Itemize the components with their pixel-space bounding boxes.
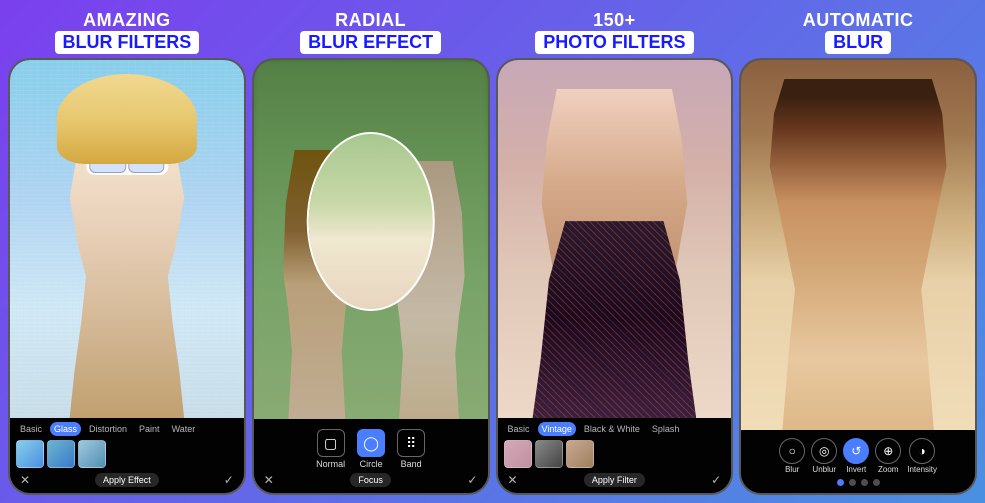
phone-bottom-bar-3: Basic Vintage Black & White Splash ✕ App… [498, 418, 732, 493]
confirm-icon-3[interactable]: ✓ [711, 473, 721, 487]
tab-water[interactable]: Water [168, 422, 200, 436]
auto-tool-zoom[interactable]: ⊕ Zoom [875, 438, 901, 474]
bottom-actions-1: ✕ Apply Effect ✓ [16, 471, 238, 489]
panel2-title-area: RADIAL BLUR EFFECT [300, 8, 441, 54]
filter-thumb-3[interactable] [78, 440, 106, 468]
tab-bw[interactable]: Black & White [580, 422, 644, 436]
phone-bottom-bar-1: Basic Glass Distortion Paint Water ✕ App… [10, 418, 244, 493]
filter-thumb-1[interactable] [16, 440, 44, 468]
phone-frame-4: ○ Blur ◎ Unblur ↺ Invert ⊕ Zoom [739, 58, 977, 495]
dot-4[interactable] [873, 479, 880, 486]
panel-radial-blur: RADIAL BLUR EFFECT ▢ Normal ◯ [252, 8, 490, 495]
focus-tool-circle[interactable]: ◯ Circle [357, 429, 385, 469]
tab-basic-3[interactable]: Basic [504, 422, 534, 436]
focus-tool-band[interactable]: ⠿ Band [397, 429, 425, 469]
phone-image-4 [741, 60, 975, 430]
panel2-title-line1: RADIAL [300, 10, 441, 31]
panel2-title-line2: BLUR EFFECT [300, 31, 441, 54]
intensity-tool-icon: ◑ [909, 438, 935, 464]
circle-icon: ◯ [357, 429, 385, 457]
band-label: Band [401, 459, 422, 469]
panel-blur-filters: AMAZING BLUR FILTERS Basic Glass Distort [8, 8, 246, 495]
tab-splash[interactable]: Splash [648, 422, 684, 436]
phone-image-2 [254, 60, 488, 419]
panel1-title-area: AMAZING BLUR FILTERS [55, 8, 200, 54]
phone-image-1 [10, 60, 244, 418]
confirm-icon-2[interactable]: ✓ [467, 473, 477, 487]
cancel-icon-1[interactable]: ✕ [20, 473, 30, 487]
panel4-title-line2: BLUR [825, 31, 891, 54]
tab-basic-1[interactable]: Basic [16, 422, 46, 436]
blur-tool-icon: ○ [779, 438, 805, 464]
auto-tool-blur[interactable]: ○ Blur [779, 438, 805, 474]
bottom-actions-2: ✕ Focus ✓ [260, 471, 482, 489]
app-container: AMAZING BLUR FILTERS Basic Glass Distort [0, 0, 985, 503]
cancel-icon-2[interactable]: ✕ [264, 473, 274, 487]
filter-thumbnails-1 [16, 440, 238, 468]
person-4 [753, 79, 963, 431]
invert-tool-label: Invert [846, 465, 866, 474]
panel4-title-area: AUTOMATIC BLUR [803, 8, 914, 54]
phone-frame-1: Basic Glass Distortion Paint Water ✕ App… [8, 58, 246, 495]
auto-tool-unblur[interactable]: ◎ Unblur [811, 438, 837, 474]
dot-1[interactable] [837, 479, 844, 486]
invert-tool-icon: ↺ [843, 438, 869, 464]
filter-thumbnails-3 [504, 440, 726, 468]
dot-2[interactable] [849, 479, 856, 486]
band-icon: ⠿ [397, 429, 425, 457]
unblur-tool-label: Unblur [812, 465, 836, 474]
panel-automatic-blur: AUTOMATIC BLUR ○ Blur ◎ Unblur [739, 8, 977, 495]
tab-glass[interactable]: Glass [50, 422, 81, 436]
circle-focus [306, 132, 435, 312]
phone-frame-2: ▢ Normal ◯ Circle ⠿ Band ✕ Focus ✓ [252, 58, 490, 495]
tab-vintage[interactable]: Vintage [538, 422, 576, 436]
panel3-title-line1: 150+ [535, 10, 693, 31]
focus-tool-normal[interactable]: ▢ Normal [316, 429, 345, 469]
intensity-tool-label: Intensity [907, 465, 937, 474]
phone-image-3 [498, 60, 732, 418]
normal-label: Normal [316, 459, 345, 469]
circle-inner [308, 134, 433, 310]
phone-bottom-bar-4: ○ Blur ◎ Unblur ↺ Invert ⊕ Zoom [741, 430, 975, 493]
auto-tools: ○ Blur ◎ Unblur ↺ Invert ⊕ Zoom [747, 434, 969, 476]
blur-tool-label: Blur [785, 465, 799, 474]
panel3-title-area: 150+ PHOTO FILTERS [535, 8, 693, 54]
auto-tool-invert[interactable]: ↺ Invert [843, 438, 869, 474]
normal-icon: ▢ [317, 429, 345, 457]
cancel-icon-3[interactable]: ✕ [508, 473, 518, 487]
panel1-title-line2: BLUR FILTERS [55, 31, 200, 54]
zoom-tool-icon: ⊕ [875, 438, 901, 464]
filter-thumb-v1[interactable] [504, 440, 532, 468]
tab-paint[interactable]: Paint [135, 422, 164, 436]
filter-tabs-3: Basic Vintage Black & White Splash [504, 422, 726, 436]
filter-tabs-1: Basic Glass Distortion Paint Water [16, 422, 238, 436]
auto-tool-intensity[interactable]: ◑ Intensity [907, 438, 937, 474]
circle-label: Circle [360, 459, 383, 469]
zoom-tool-label: Zoom [878, 465, 898, 474]
confirm-icon-1[interactable]: ✓ [224, 473, 234, 487]
unblur-tool-icon: ◎ [811, 438, 837, 464]
apply-filter-button[interactable]: Apply Filter [584, 473, 645, 487]
panel4-title-line1: AUTOMATIC [803, 10, 914, 31]
filter-thumb-v3[interactable] [566, 440, 594, 468]
apply-effect-button[interactable]: Apply Effect [95, 473, 159, 487]
phone-frame-3: Basic Vintage Black & White Splash ✕ App… [496, 58, 734, 495]
focus-label[interactable]: Focus [350, 473, 391, 487]
dress-pattern-3 [533, 221, 697, 418]
dots-row [747, 476, 969, 489]
panel1-title-line1: AMAZING [55, 10, 200, 31]
panel3-title-line2: PHOTO FILTERS [535, 31, 693, 54]
dot-3[interactable] [861, 479, 868, 486]
bottom-actions-3: ✕ Apply Filter ✓ [504, 471, 726, 489]
focus-tools: ▢ Normal ◯ Circle ⠿ Band [260, 423, 482, 471]
hair-1 [57, 74, 197, 164]
filter-thumb-2[interactable] [47, 440, 75, 468]
tab-distortion[interactable]: Distortion [85, 422, 131, 436]
panel-photo-filters: 150+ PHOTO FILTERS Basic Vintage Black &… [496, 8, 734, 495]
phone-bottom-bar-2: ▢ Normal ◯ Circle ⠿ Band ✕ Focus ✓ [254, 419, 488, 493]
filter-thumb-v2[interactable] [535, 440, 563, 468]
